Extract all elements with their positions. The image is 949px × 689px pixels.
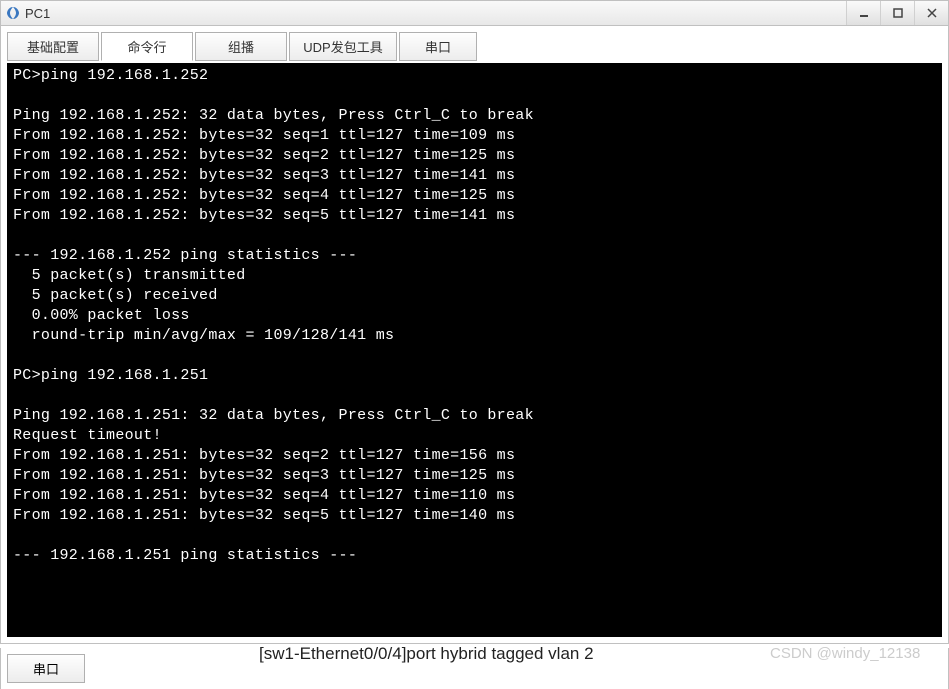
- terminal-line: From 192.168.1.252: bytes=32 seq=1 ttl=1…: [13, 126, 936, 146]
- window-controls: [846, 1, 948, 25]
- terminal-line: From 192.168.1.251: bytes=32 seq=5 ttl=1…: [13, 506, 936, 526]
- terminal-line: 0.00% packet loss: [13, 306, 936, 326]
- terminal-line: --- 192.168.1.251 ping statistics ---: [13, 546, 936, 566]
- tab-multicast[interactable]: 组播: [195, 32, 287, 61]
- terminal-line: 5 packet(s) transmitted: [13, 266, 936, 286]
- maximize-button[interactable]: [880, 1, 914, 25]
- terminal-line: From 192.168.1.252: bytes=32 seq=3 ttl=1…: [13, 166, 936, 186]
- terminal-line: [13, 526, 936, 546]
- terminal-line: From 192.168.1.252: bytes=32 seq=5 ttl=1…: [13, 206, 936, 226]
- terminal-line: --- 192.168.1.252 ping statistics ---: [13, 246, 936, 266]
- terminal-line: [13, 386, 936, 406]
- terminal-line: From 192.168.1.251: bytes=32 seq=2 ttl=1…: [13, 446, 936, 466]
- terminal-line: Ping 192.168.1.252: 32 data bytes, Press…: [13, 106, 936, 126]
- overlay-command-text: [sw1-Ethernet0/0/4]port hybrid tagged vl…: [259, 644, 594, 664]
- terminal-line: From 192.168.1.252: bytes=32 seq=4 ttl=1…: [13, 186, 936, 206]
- bottom-tab-serial[interactable]: 串口: [7, 654, 85, 683]
- minimize-button[interactable]: [846, 1, 880, 25]
- window-title: PC1: [25, 6, 50, 21]
- tab-basic-config[interactable]: 基础配置: [7, 32, 99, 61]
- terminal-line: From 192.168.1.251: bytes=32 seq=3 ttl=1…: [13, 466, 936, 486]
- terminal-line: Ping 192.168.1.251: 32 data bytes, Press…: [13, 406, 936, 426]
- terminal-line: From 192.168.1.251: bytes=32 seq=4 ttl=1…: [13, 486, 936, 506]
- close-button[interactable]: [914, 1, 948, 25]
- terminal-line: [13, 86, 936, 106]
- app-icon: [5, 5, 21, 21]
- tab-command-line[interactable]: 命令行: [101, 32, 193, 61]
- titlebar: PC1: [0, 0, 949, 26]
- tab-udp-tool[interactable]: UDP发包工具: [289, 32, 397, 61]
- terminal-line: PC>ping 192.168.1.252: [13, 66, 936, 86]
- terminal-line: round-trip min/avg/max = 109/128/141 ms: [13, 326, 936, 346]
- tab-serial[interactable]: 串口: [399, 32, 477, 61]
- terminal-line: [13, 346, 936, 366]
- tab-bar: 基础配置 命令行 组播 UDP发包工具 串口: [7, 32, 942, 61]
- watermark: CSDN @windy_12138: [770, 645, 920, 662]
- terminal-line: PC>ping 192.168.1.251: [13, 366, 936, 386]
- terminal-line: [13, 226, 936, 246]
- terminal-output[interactable]: PC>ping 192.168.1.252 Ping 192.168.1.252…: [7, 63, 942, 637]
- terminal-line: Request timeout!: [13, 426, 936, 446]
- terminal-line: 5 packet(s) received: [13, 286, 936, 306]
- main-window: 基础配置 命令行 组播 UDP发包工具 串口 PC>ping 192.168.1…: [0, 26, 949, 644]
- terminal-line: From 192.168.1.252: bytes=32 seq=2 ttl=1…: [13, 146, 936, 166]
